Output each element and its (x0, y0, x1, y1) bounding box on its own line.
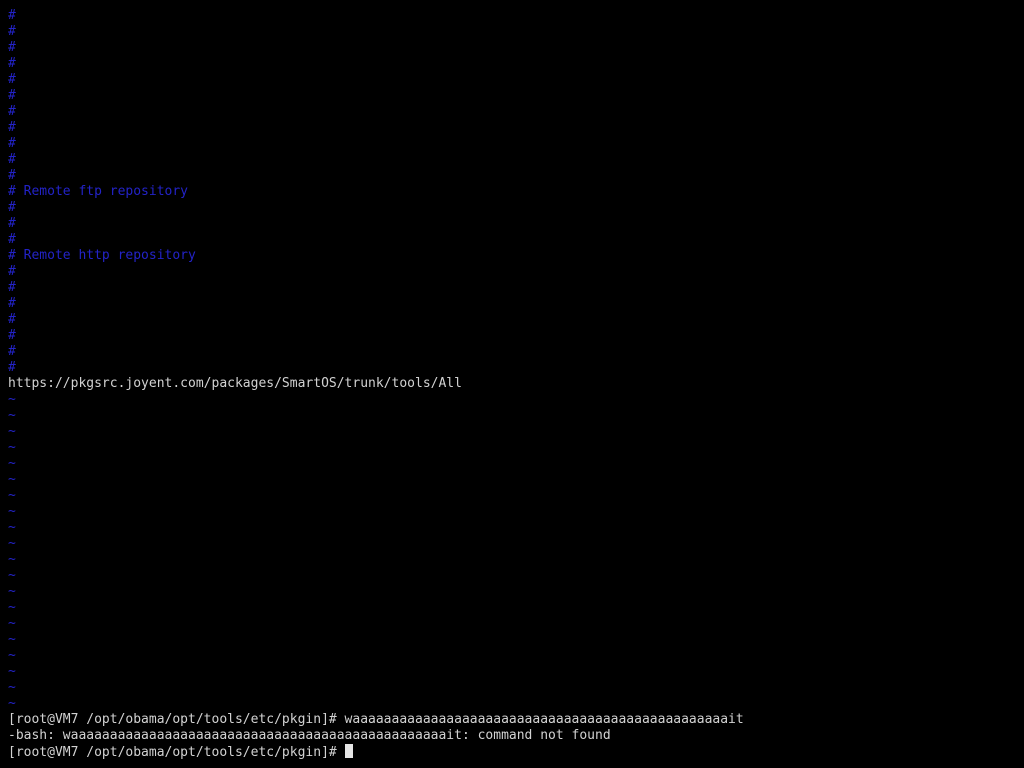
config-comment-line: # (8, 168, 16, 183)
config-comment-line: # (8, 72, 16, 87)
config-comment-line: # (8, 344, 16, 359)
config-comment-line: # (8, 40, 16, 55)
empty-buffer-tilde: ~ (8, 632, 16, 647)
empty-buffer-tilde: ~ (8, 552, 16, 567)
config-comment-line: # (8, 24, 16, 39)
empty-buffer-tilde: ~ (8, 440, 16, 455)
shell-prompt: [root@VM7 /opt/obama/opt/tools/etc/pkgin… (8, 745, 345, 760)
config-comment-line: # (8, 104, 16, 119)
empty-buffer-tilde: ~ (8, 488, 16, 503)
config-comment-line: # (8, 296, 16, 311)
config-comment-line: # (8, 280, 16, 295)
config-comment-line: # (8, 232, 16, 247)
empty-buffer-tilde: ~ (8, 568, 16, 583)
terminal-screen[interactable]: # # # # # # # # # # # # Remote ftp repository # # # # R… (0, 0, 1024, 768)
shell-output[interactable]: [root@VM7 /opt/obama/opt/tools/etc/pkgin… (8, 712, 1018, 760)
config-comment-line: # (8, 328, 16, 343)
config-comment-line: # Remote ftp repository (8, 184, 189, 199)
config-comment-line: # (8, 264, 16, 279)
empty-buffer-tilde: ~ (8, 696, 16, 711)
empty-buffer-tilde: ~ (8, 664, 16, 679)
config-comment-line: # (8, 152, 16, 167)
empty-buffer-tilde: ~ (8, 456, 16, 471)
shell-command-line: [root@VM7 /opt/obama/opt/tools/etc/pkgin… (8, 712, 744, 727)
config-comment-line: # (8, 136, 16, 151)
config-comment-line: # Remote http repository (8, 248, 196, 263)
vi-editor-buffer[interactable]: # # # # # # # # # # # # Remote ftp repository # # # # R… (8, 8, 1018, 712)
empty-buffer-tilde: ~ (8, 616, 16, 631)
config-comment-line: # (8, 120, 16, 135)
empty-buffer-tilde: ~ (8, 408, 16, 423)
config-comment-line: # (8, 8, 16, 23)
text-cursor (344, 744, 353, 758)
shell-prompt-line[interactable]: [root@VM7 /opt/obama/opt/tools/etc/pkgin… (8, 744, 1018, 760)
config-comment-line: # (8, 216, 16, 231)
empty-buffer-tilde: ~ (8, 648, 16, 663)
empty-buffer-tilde: ~ (8, 424, 16, 439)
empty-buffer-tilde: ~ (8, 680, 16, 695)
empty-buffer-tilde: ~ (8, 584, 16, 599)
config-comment-line: # (8, 312, 16, 327)
empty-buffer-tilde: ~ (8, 504, 16, 519)
config-comment-line: # (8, 88, 16, 103)
empty-buffer-tilde: ~ (8, 600, 16, 615)
empty-buffer-tilde: ~ (8, 472, 16, 487)
config-comment-line: # (8, 360, 16, 375)
empty-buffer-tilde: ~ (8, 520, 16, 535)
empty-buffer-tilde: ~ (8, 536, 16, 551)
empty-buffer-tilde: ~ (8, 392, 16, 407)
config-comment-line: # (8, 56, 16, 71)
shell-error-line: -bash: waaaaaaaaaaaaaaaaaaaaaaaaaaaaaaaa… (8, 728, 611, 743)
repository-url-line: https://pkgsrc.joyent.com/packages/Smart… (8, 376, 462, 391)
config-comment-line: # (8, 200, 16, 215)
